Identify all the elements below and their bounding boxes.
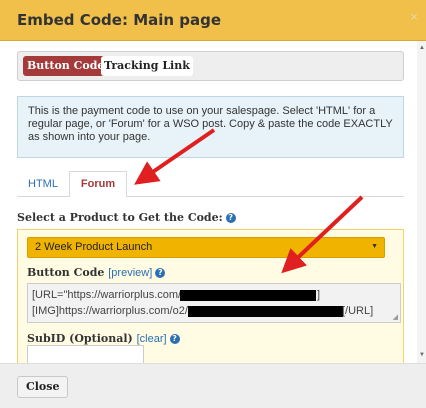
- arrow-to-button-code: [281, 195, 364, 274]
- annotation-arrows: [134, 128, 364, 274]
- arrow-to-forum-tab: [134, 128, 216, 185]
